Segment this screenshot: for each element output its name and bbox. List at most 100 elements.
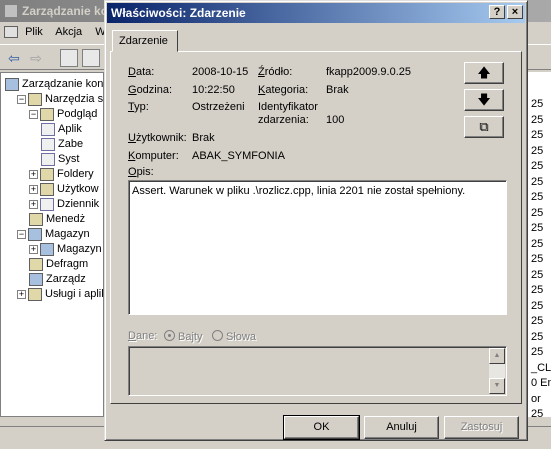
event-id-value: 100 (326, 114, 345, 126)
bytes-radio-indicator (164, 330, 175, 341)
tree-item-label: Magazyn (45, 228, 90, 240)
event-list-fragment[interactable]: 25 25 25 25 25 25 25 25 25 25 25 25 25 25 25 25 25 _CL_ 0 … (527, 72, 551, 417)
forward-arrow-icon[interactable]: ⇨ (28, 50, 44, 66)
tree-item[interactable]: + Foldery (29, 166, 94, 182)
scroll-down-icon[interactable]: ▼ (489, 378, 505, 394)
tree-item-label: Zarządz (46, 273, 86, 285)
apply-button[interactable]: Zastosuj (444, 416, 519, 439)
tree-item[interactable]: + Usługi i aplik (17, 286, 103, 302)
user-value: Brak (192, 132, 215, 144)
back-arrow-icon[interactable]: ⇦ (6, 50, 22, 66)
list-item-fragment: 25 (531, 299, 544, 312)
collapse-icon[interactable]: − (17, 229, 26, 239)
source-value: fkapp2009.9.0.25 (326, 66, 412, 78)
log-icon (41, 152, 55, 166)
cancel-button[interactable]: Anuluj (364, 416, 439, 439)
tree-item[interactable]: Zarządzanie kon (5, 76, 103, 92)
tools-icon (28, 92, 42, 106)
tree-item-label: Magazyn (57, 243, 102, 255)
list-item-fragment: 25 (531, 253, 544, 265)
tab-zdarzenie[interactable]: Zdarzenie (112, 30, 178, 52)
description-label: Opis: (128, 166, 154, 178)
expand-icon[interactable]: + (29, 199, 38, 209)
bytes-radio-label: Bajty (178, 331, 203, 343)
close-button[interactable]: × (507, 5, 523, 19)
event-viewer-icon (40, 107, 54, 121)
date-value: 2008-10-15 (192, 66, 249, 78)
next-event-button[interactable]: 🡇 (464, 89, 504, 111)
tree-item[interactable]: Defragm (29, 256, 88, 272)
background-window-title: Zarządzanie ko (22, 4, 109, 18)
tree-item[interactable]: Aplik (41, 121, 82, 137)
tree-item-label: Menedż (46, 213, 86, 225)
tree-item[interactable]: − Magazyn (17, 226, 90, 242)
tree-item[interactable]: Syst (41, 151, 79, 167)
data-textbox[interactable]: ▲ ▼ (128, 346, 507, 396)
previous-event-button[interactable]: 🡅 (464, 62, 504, 84)
expand-icon[interactable]: + (29, 184, 38, 194)
computer-value: ABAK_SYMFONIA (192, 150, 285, 162)
tree-item-label: Podgląd (57, 108, 98, 120)
date-label: Data: (128, 66, 155, 78)
menu-akcja[interactable]: Akcja (55, 26, 82, 38)
tree-item-label: Zarządzanie kon (22, 78, 104, 90)
words-radio-label: Słowa (226, 331, 256, 343)
dialog-titlebar: Właściwości: Zdarzenie ? × (107, 3, 525, 23)
log-icon (40, 197, 54, 211)
list-item-fragment: 0 En (531, 377, 551, 389)
down-arrow-icon: 🡇 (477, 92, 491, 107)
description-text: Assert. Warunek w pliku .\rozlicz.cpp, l… (132, 185, 466, 197)
expand-icon[interactable]: + (29, 169, 38, 179)
expand-icon[interactable]: + (17, 289, 26, 299)
collapse-icon[interactable]: − (29, 109, 38, 119)
tree-item[interactable]: + Dziennik (29, 196, 99, 212)
device-manager-icon (29, 212, 43, 226)
list-item-fragment: 25 (531, 206, 544, 219)
tree-item[interactable]: − Podgląd (29, 106, 97, 122)
collapse-icon[interactable]: − (17, 94, 26, 104)
console-icon (4, 26, 18, 39)
tree-item[interactable]: + Użytkow (29, 181, 99, 197)
tree-item[interactable]: Zabe (41, 136, 83, 152)
tree-item[interactable]: + Magazyn (29, 241, 102, 257)
list-item-fragment: 25 (531, 315, 544, 327)
data-scrollbar[interactable]: ▲ ▼ (489, 348, 505, 394)
up-arrow-icon: 🡅 (477, 65, 491, 80)
list-item-fragment: 25 (531, 191, 544, 203)
ok-button[interactable]: OK (283, 415, 360, 440)
event-id-label-line2: zdarzenia: (258, 114, 309, 126)
mmc-app-icon (4, 4, 18, 18)
data-label: Dane: (128, 330, 158, 342)
console-tree[interactable]: Zarządzanie kon − Narzędzia sy − Podgląd Apli… (0, 72, 104, 417)
type-label: Typ: (128, 101, 149, 113)
show-tree-icon[interactable] (82, 49, 100, 67)
list-item-fragment: 25 (531, 175, 544, 188)
list-item-fragment: 25 (531, 408, 544, 417)
words-radio-indicator (212, 330, 223, 341)
time-label: Godzina: (128, 84, 173, 96)
expand-icon[interactable]: + (29, 244, 38, 254)
event-id-label-line1: Identyfikator (258, 101, 318, 113)
scroll-up-icon[interactable]: ▲ (489, 348, 505, 364)
tree-item[interactable]: Zarządz (29, 271, 86, 287)
tree-item-label: Zabe (58, 138, 84, 150)
storage-icon (40, 242, 54, 256)
list-item-fragment: _CL_ (531, 361, 551, 374)
copy-event-button[interactable]: ⧉ (464, 116, 504, 138)
menu-plik[interactable]: Plik (25, 26, 43, 38)
tree-item-label: Narzędzia sy (45, 93, 104, 105)
tree-item-label: Użytkow (57, 183, 99, 195)
words-radio[interactable]: Słowa (212, 330, 256, 343)
list-item-fragment: 25 (531, 129, 544, 141)
list-item-fragment: or (531, 392, 541, 405)
tree-item[interactable]: − Narzędzia sy (17, 91, 104, 107)
copy-icon: ⧉ (479, 119, 489, 134)
list-item-fragment: 25 (531, 330, 544, 343)
description-textbox[interactable]: Assert. Warunek w pliku .\rozlicz.cpp, l… (128, 180, 507, 315)
bytes-radio[interactable]: Bajty (164, 330, 202, 343)
help-button[interactable]: ? (489, 5, 505, 19)
tree-item-label: Defragm (46, 258, 89, 270)
up-folder-icon[interactable] (60, 49, 78, 67)
tree-item[interactable]: Menedż (29, 211, 85, 227)
log-icon (41, 122, 55, 136)
